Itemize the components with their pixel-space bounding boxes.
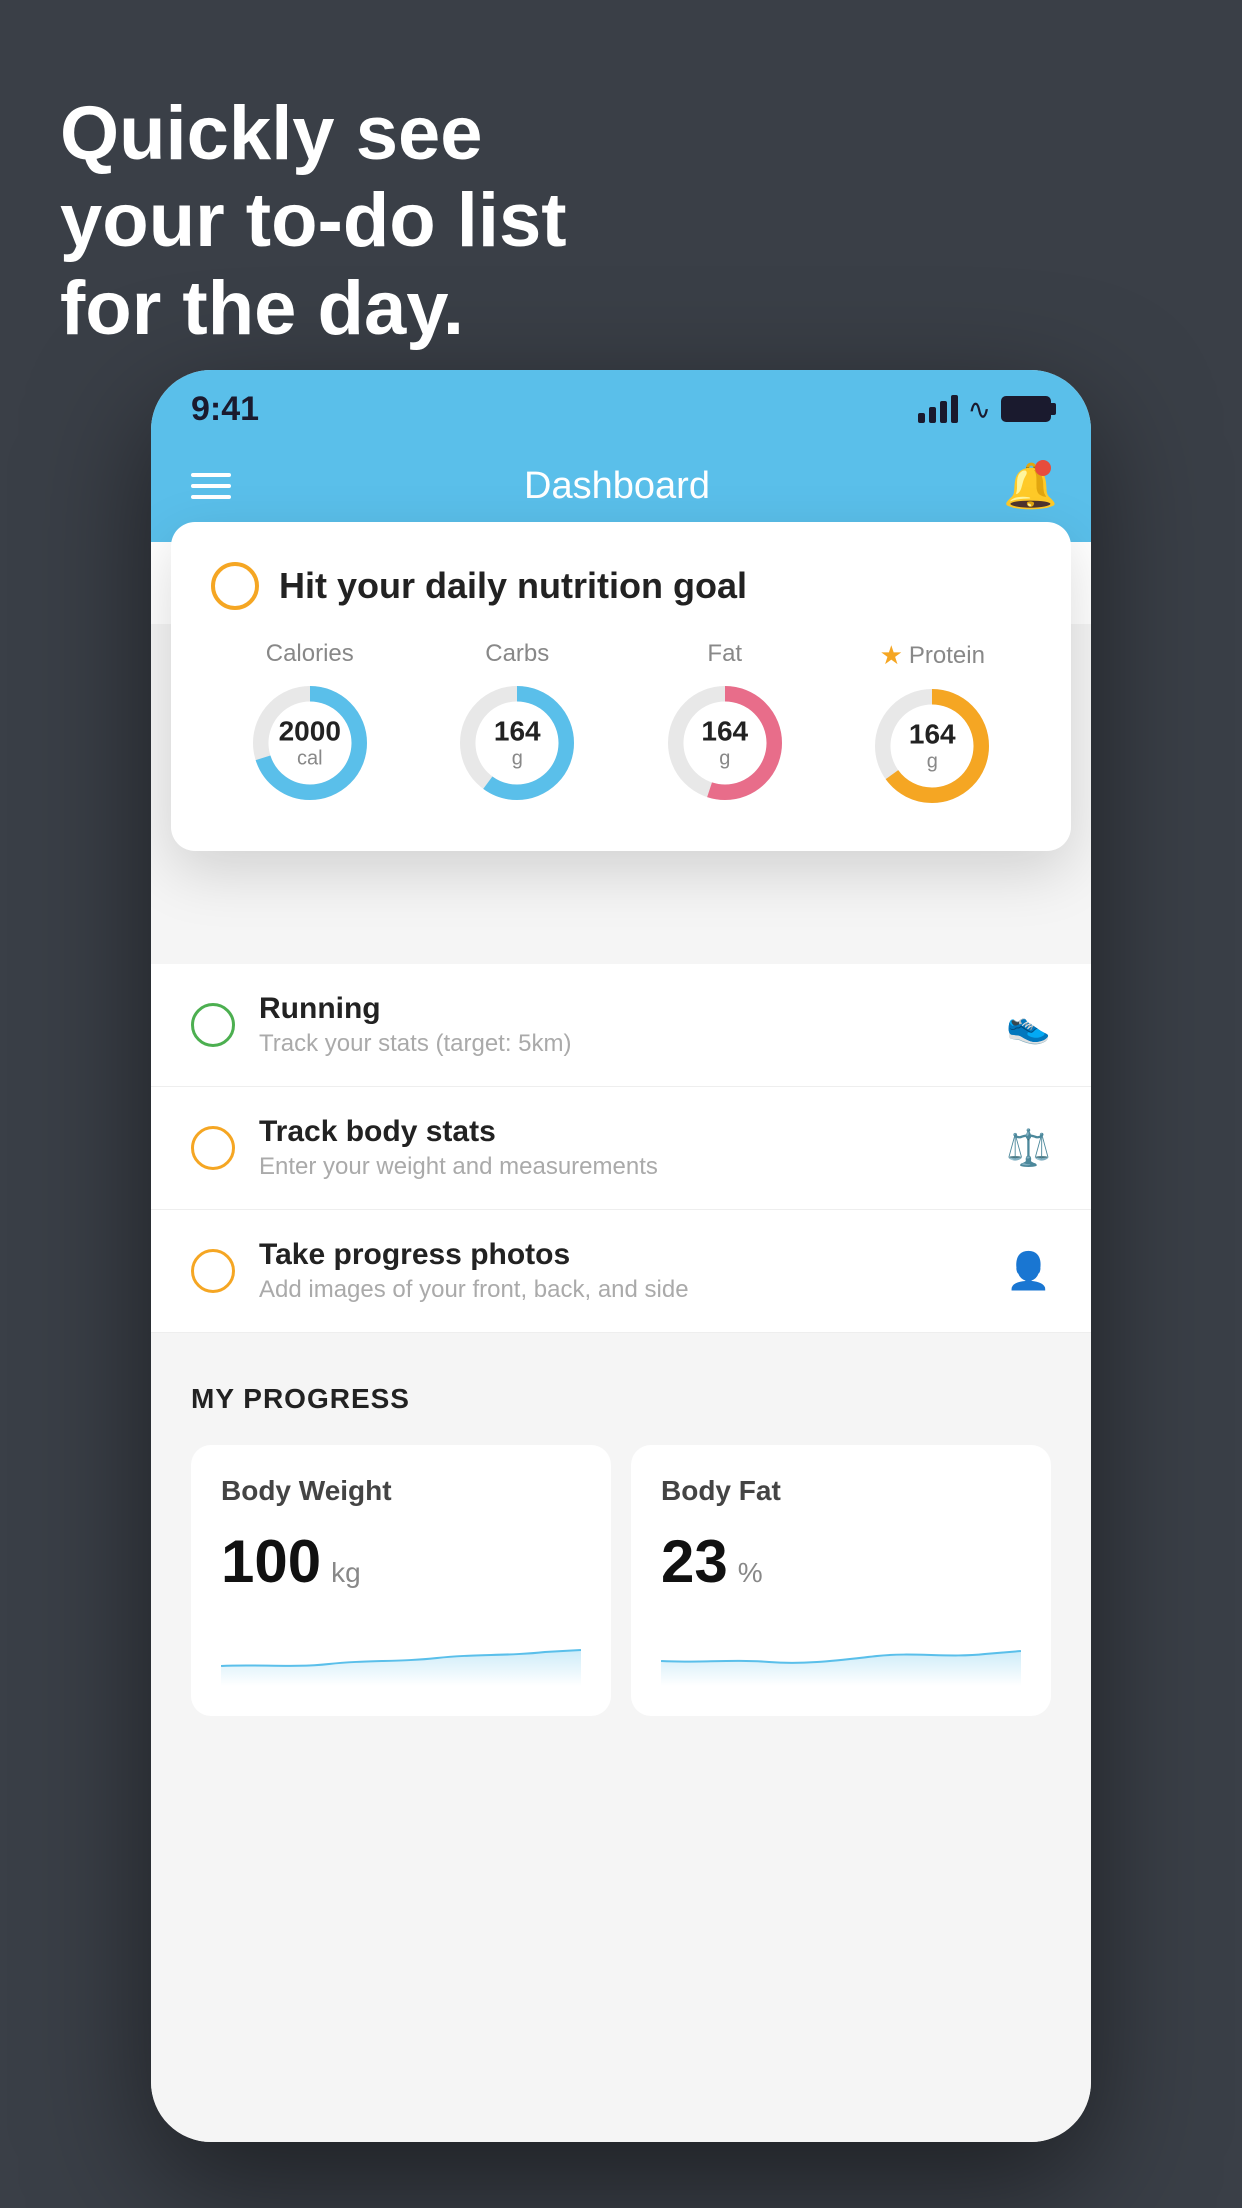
nutrition-check-circle[interactable] — [211, 562, 259, 610]
body-stats-icon: ⚖️ — [1006, 1127, 1051, 1169]
todo-item-body-stats[interactable]: Track body stats Enter your weight and m… — [151, 1087, 1091, 1210]
todo-list: Running Track your stats (target: 5km) 👟… — [151, 964, 1091, 1333]
body-weight-value: 100 — [221, 1527, 321, 1596]
carbs-value: 164 — [494, 717, 541, 748]
progress-cards: Body Weight 100 kg — [191, 1445, 1051, 1716]
nutrition-row: Calories 2000 cal Carbs — [211, 640, 1031, 811]
calories-label: Calories — [266, 640, 354, 668]
body-fat-value-row: 23 % — [661, 1527, 1021, 1596]
running-subtitle: Track your stats (target: 5km) — [259, 1030, 982, 1058]
notification-badge — [1035, 460, 1051, 476]
notification-button[interactable]: 🔔 — [1003, 460, 1051, 512]
hero-heading: Quickly see your to-do list for the day. — [60, 90, 567, 352]
protein-unit: g — [909, 750, 956, 772]
fat-unit: g — [701, 747, 748, 769]
body-stats-check[interactable] — [191, 1126, 235, 1170]
progress-photos-icon: 👤 — [1006, 1250, 1051, 1292]
nutrition-card: Hit your daily nutrition goal Calories 2… — [171, 522, 1071, 851]
body-weight-unit: kg — [331, 1557, 361, 1589]
carbs-donut: 164 g — [452, 678, 582, 808]
app-body: THINGS TO DO TODAY Hit your daily nutrit… — [151, 542, 1091, 2142]
body-fat-card[interactable]: Body Fat 23 % — [631, 1445, 1051, 1716]
nutrition-card-title: Hit your daily nutrition goal — [279, 565, 747, 607]
progress-photos-check[interactable] — [191, 1249, 235, 1293]
body-stats-subtitle: Enter your weight and measurements — [259, 1153, 982, 1181]
running-text: Running Track your stats (target: 5km) — [259, 992, 982, 1058]
calories-donut: 2000 cal — [245, 678, 375, 808]
body-stats-text: Track body stats Enter your weight and m… — [259, 1115, 982, 1181]
carbs-label: Carbs — [485, 640, 549, 668]
body-fat-chart — [661, 1626, 1021, 1686]
nutrition-carbs: Carbs 164 g — [452, 640, 582, 808]
body-weight-chart — [221, 1626, 581, 1686]
running-icon: 👟 — [1006, 1004, 1051, 1046]
calories-unit: cal — [279, 747, 341, 769]
body-fat-label: Body Fat — [661, 1475, 1021, 1507]
body-fat-unit: % — [738, 1557, 763, 1589]
body-weight-value-row: 100 kg — [221, 1527, 581, 1596]
star-icon: ★ — [880, 640, 903, 671]
body-weight-card[interactable]: Body Weight 100 kg — [191, 1445, 611, 1716]
progress-section: MY PROGRESS Body Weight 100 kg — [151, 1333, 1091, 1746]
menu-button[interactable] — [191, 473, 231, 499]
status-bar: 9:41 ∿ — [151, 370, 1091, 440]
carbs-unit: g — [494, 747, 541, 769]
running-title: Running — [259, 992, 982, 1026]
progress-photos-title: Take progress photos — [259, 1238, 982, 1272]
fat-donut: 164 g — [660, 678, 790, 808]
fat-value: 164 — [701, 717, 748, 748]
todo-item-progress-photos[interactable]: Take progress photos Add images of your … — [151, 1210, 1091, 1333]
header-title: Dashboard — [524, 465, 710, 508]
phone-mockup: 9:41 ∿ Dashboard 🔔 THINGS TO DO TODAY Hi… — [151, 370, 1091, 2142]
nutrition-protein: ★ Protein 164 g — [867, 640, 997, 811]
status-icons: ∿ — [918, 393, 1051, 426]
running-check[interactable] — [191, 1003, 235, 1047]
protein-value: 164 — [909, 720, 956, 751]
body-weight-label: Body Weight — [221, 1475, 581, 1507]
fat-label: Fat — [707, 640, 742, 668]
body-stats-title: Track body stats — [259, 1115, 982, 1149]
signal-icon — [918, 395, 958, 423]
nutrition-fat: Fat 164 g — [660, 640, 790, 808]
body-fat-value: 23 — [661, 1527, 728, 1596]
protein-label: ★ Protein — [880, 640, 985, 671]
protein-donut: 164 g — [867, 681, 997, 811]
progress-photos-text: Take progress photos Add images of your … — [259, 1238, 982, 1304]
battery-icon — [1001, 396, 1051, 422]
todo-item-running[interactable]: Running Track your stats (target: 5km) 👟 — [151, 964, 1091, 1087]
progress-title: MY PROGRESS — [191, 1383, 1051, 1415]
nutrition-calories: Calories 2000 cal — [245, 640, 375, 808]
calories-value: 2000 — [279, 717, 341, 748]
status-time: 9:41 — [191, 390, 259, 429]
progress-photos-subtitle: Add images of your front, back, and side — [259, 1276, 982, 1304]
wifi-icon: ∿ — [968, 393, 991, 426]
